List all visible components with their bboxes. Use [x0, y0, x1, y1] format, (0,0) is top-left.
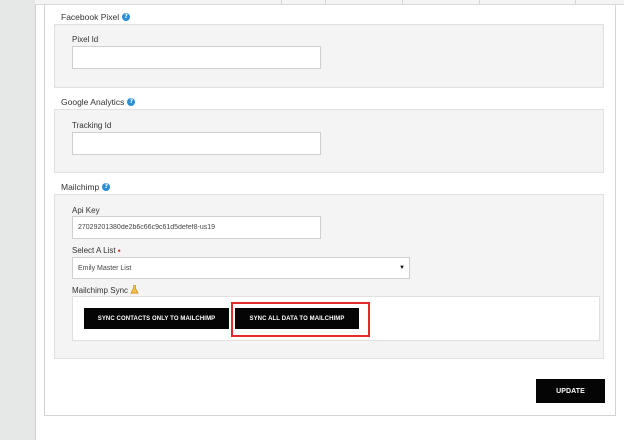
select-list-label: Select A List • — [72, 246, 121, 255]
select-list-value: Emily Master List — [78, 264, 132, 272]
question-circle-icon[interactable]: ? — [102, 183, 111, 191]
question-circle-icon[interactable]: ? — [127, 98, 136, 106]
flask-icon — [130, 285, 139, 296]
left-gutter — [0, 0, 34, 440]
google-analytics-title-text: Google Analytics — [61, 97, 125, 107]
highlight-box — [231, 302, 370, 337]
tracking-id-input[interactable] — [72, 132, 321, 155]
caret-down-icon: ▼ — [399, 265, 405, 271]
update-button[interactable]: UPDATE — [536, 379, 605, 403]
question-circle-icon[interactable]: ? — [122, 13, 131, 21]
sync-contacts-button[interactable]: SYNC CONTACTS ONLY TO MAILCHIMP — [84, 308, 229, 329]
google-analytics-title: Google Analytics ? — [61, 96, 136, 108]
pixel-id-label: Pixel Id — [72, 35, 99, 44]
facebook-pixel-title-text: Facebook Pixel — [61, 12, 120, 22]
mailchimp-sync-label-text: Mailchimp Sync — [72, 286, 129, 295]
api-key-label: Api Key — [72, 206, 100, 215]
required-marker: • — [117, 245, 121, 256]
mailchimp-sync-label: Mailchimp Sync — [72, 285, 139, 296]
flask-icon-svg — [130, 285, 139, 294]
select-list-dropdown[interactable]: Emily Master List ▼ — [72, 257, 410, 279]
mailchimp-title: Mailchimp ? — [61, 181, 111, 193]
api-key-input[interactable] — [72, 216, 321, 239]
pixel-id-input[interactable] — [72, 46, 321, 69]
select-list-label-text: Select A List — [72, 246, 116, 255]
facebook-pixel-title: Facebook Pixel ? — [61, 11, 131, 23]
tracking-id-label: Tracking Id — [72, 121, 112, 130]
mailchimp-title-text: Mailchimp — [61, 182, 100, 192]
